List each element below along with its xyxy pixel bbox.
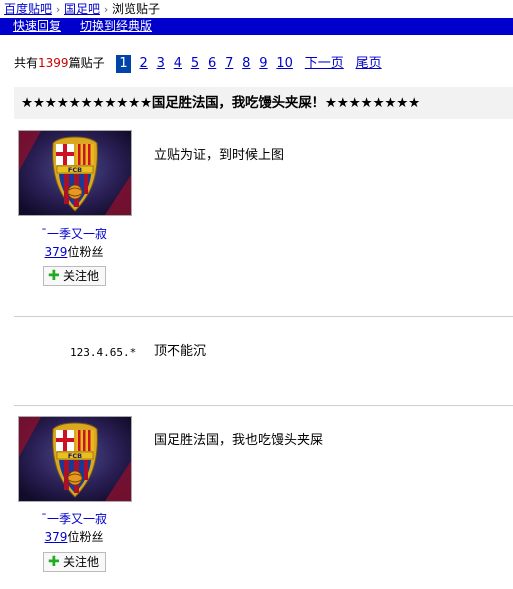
breadcrumb-forum-link[interactable]: 国足吧 bbox=[64, 2, 100, 16]
breadcrumb: 百度贴吧 › 国足吧 › 浏览贴子 bbox=[4, 1, 160, 17]
post-author-link[interactable]: ¯一季又一寂 bbox=[14, 226, 134, 242]
fans-count: 379位粉丝 bbox=[14, 244, 134, 260]
plus-icon: ✚ bbox=[48, 268, 60, 284]
chevron-right-icon: › bbox=[103, 3, 109, 16]
pagination: 共有1399篇贴子 1 2 3 4 5 6 7 8 9 10 下一页 尾页 bbox=[14, 54, 382, 73]
top-action-bar: 快速回复 切换到经典版 bbox=[0, 18, 513, 35]
fans-count-link[interactable]: 379 bbox=[45, 245, 68, 259]
chevron-right-icon: › bbox=[55, 3, 61, 16]
post-author-link[interactable]: ¯一季又一寂 bbox=[14, 511, 134, 527]
next-page-link[interactable]: 下一页 bbox=[305, 55, 344, 73]
breadcrumb-current: 浏览贴子 bbox=[112, 2, 161, 16]
post-content: 国足胜法国，我也吃馒头夹屎 bbox=[154, 433, 324, 448]
post-divider bbox=[14, 316, 513, 317]
fans-suffix: 位粉丝 bbox=[67, 530, 104, 544]
post-count-suffix: 篇贴子 bbox=[68, 56, 105, 70]
last-page-link[interactable]: 尾页 bbox=[356, 55, 382, 73]
page-5-link[interactable]: 5 bbox=[191, 55, 199, 73]
page-8-link[interactable]: 8 bbox=[242, 55, 250, 73]
page-1-current[interactable]: 1 bbox=[116, 55, 131, 73]
page-3-link[interactable]: 3 bbox=[157, 55, 165, 73]
classic-version-link[interactable]: 切换到经典版 bbox=[80, 18, 152, 35]
follow-button-label: 关注他 bbox=[63, 269, 100, 283]
fcb-crest-icon: FCB bbox=[19, 131, 131, 215]
fans-count-link[interactable]: 379 bbox=[45, 530, 68, 544]
fcb-crest-icon: FCB bbox=[19, 417, 131, 501]
page-10-link[interactable]: 10 bbox=[276, 55, 293, 73]
thread-title: ★★★★★★★★★★★国足胜法国，我吃馒头夹屎！★★★★★★★★ bbox=[21, 95, 421, 111]
follow-button-label: 关注他 bbox=[63, 555, 100, 569]
page-4-link[interactable]: 4 bbox=[174, 55, 182, 73]
breadcrumb-home-link[interactable]: 百度贴吧 bbox=[4, 2, 52, 16]
fans-count: 379位粉丝 bbox=[14, 529, 134, 545]
user-avatar[interactable]: FCB bbox=[18, 130, 132, 216]
post-ip: 123.4.65.* bbox=[70, 346, 137, 359]
page-7-link[interactable]: 7 bbox=[225, 55, 233, 73]
svg-text:FCB: FCB bbox=[68, 166, 82, 174]
thread-title-bar: ★★★★★★★★★★★国足胜法国，我吃馒头夹屎！★★★★★★★★ bbox=[14, 87, 513, 119]
svg-text:FCB: FCB bbox=[68, 452, 82, 460]
post-divider bbox=[14, 405, 513, 406]
fans-suffix: 位粉丝 bbox=[67, 245, 104, 259]
page-6-link[interactable]: 6 bbox=[208, 55, 216, 73]
page-9-link[interactable]: 9 bbox=[259, 55, 267, 73]
post-content: 立贴为证，到时候上图 bbox=[154, 148, 285, 163]
post-count: 1399 bbox=[38, 56, 69, 70]
user-avatar[interactable]: FCB bbox=[18, 416, 132, 502]
follow-button[interactable]: ✚ 关注他 bbox=[43, 266, 106, 286]
quick-reply-link[interactable]: 快速回复 bbox=[13, 18, 61, 35]
page-2-link[interactable]: 2 bbox=[140, 55, 148, 73]
follow-button[interactable]: ✚ 关注他 bbox=[43, 552, 106, 572]
plus-icon: ✚ bbox=[48, 554, 60, 570]
post-content: 顶不能沉 bbox=[154, 344, 207, 359]
post-count-prefix: 共有 bbox=[14, 56, 39, 70]
